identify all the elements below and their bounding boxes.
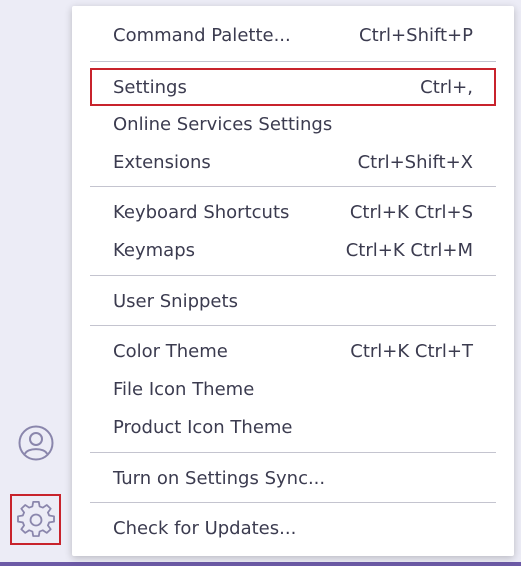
menu-item-command-palette[interactable]: Command Palette... Ctrl+Shift+P xyxy=(90,17,496,53)
menu-separator xyxy=(90,186,496,187)
menu-item-file-icon-theme[interactable]: File Icon Theme xyxy=(90,371,496,407)
menu-item-shortcut: Ctrl+K Ctrl+S xyxy=(349,201,473,223)
menu-item-shortcut: Ctrl+K Ctrl+M xyxy=(345,239,473,261)
menu-item-label: Product Icon Theme xyxy=(113,416,293,438)
menu-item-shortcut: Ctrl+Shift+P xyxy=(359,24,473,46)
menu-item-label: Command Palette... xyxy=(113,24,291,46)
menu-separator xyxy=(90,452,496,453)
gear-icon[interactable] xyxy=(0,494,72,546)
account-icon[interactable] xyxy=(0,420,72,466)
menu-separator xyxy=(90,61,496,62)
menu-item-shortcut: Ctrl+, xyxy=(420,76,473,98)
menu-item-turn-on-settings-sync[interactable]: Turn on Settings Sync... xyxy=(90,460,496,496)
menu-item-keymaps[interactable]: Keymaps Ctrl+K Ctrl+M xyxy=(90,232,496,268)
menu-item-label: Keyboard Shortcuts xyxy=(113,201,290,223)
menu-item-check-for-updates[interactable]: Check for Updates... xyxy=(90,510,496,546)
menu-item-product-icon-theme[interactable]: Product Icon Theme xyxy=(90,409,496,445)
menu-item-extensions[interactable]: Extensions Ctrl+Shift+X xyxy=(90,144,496,180)
menu-separator xyxy=(90,502,496,503)
activity-bar xyxy=(0,0,72,562)
menu-item-shortcut: Ctrl+K Ctrl+T xyxy=(350,340,473,362)
menu-item-label: Online Services Settings xyxy=(113,113,333,135)
menu-item-label: Turn on Settings Sync... xyxy=(113,467,326,489)
status-bar-strip xyxy=(0,562,521,566)
menu-item-shortcut: Ctrl+Shift+X xyxy=(357,151,473,173)
menu-item-user-snippets[interactable]: User Snippets xyxy=(90,283,496,319)
menu-item-label: Check for Updates... xyxy=(113,517,297,539)
menu-item-settings[interactable]: Settings Ctrl+, xyxy=(90,68,496,106)
menu-item-color-theme[interactable]: Color Theme Ctrl+K Ctrl+T xyxy=(90,333,496,369)
menu-item-label: Extensions xyxy=(113,151,211,173)
menu-separator xyxy=(90,325,496,326)
menu-item-label: User Snippets xyxy=(113,290,238,312)
menu-item-label: Settings xyxy=(113,76,187,98)
menu-item-label: Keymaps xyxy=(113,239,196,261)
menu-item-keyboard-shortcuts[interactable]: Keyboard Shortcuts Ctrl+K Ctrl+S xyxy=(90,194,496,230)
menu-separator xyxy=(90,275,496,276)
menu-item-online-services-settings[interactable]: Online Services Settings xyxy=(90,106,496,142)
manage-menu: Command Palette... Ctrl+Shift+P Settings… xyxy=(72,6,514,556)
menu-item-label: File Icon Theme xyxy=(113,378,255,400)
menu-item-label: Color Theme xyxy=(113,340,228,362)
